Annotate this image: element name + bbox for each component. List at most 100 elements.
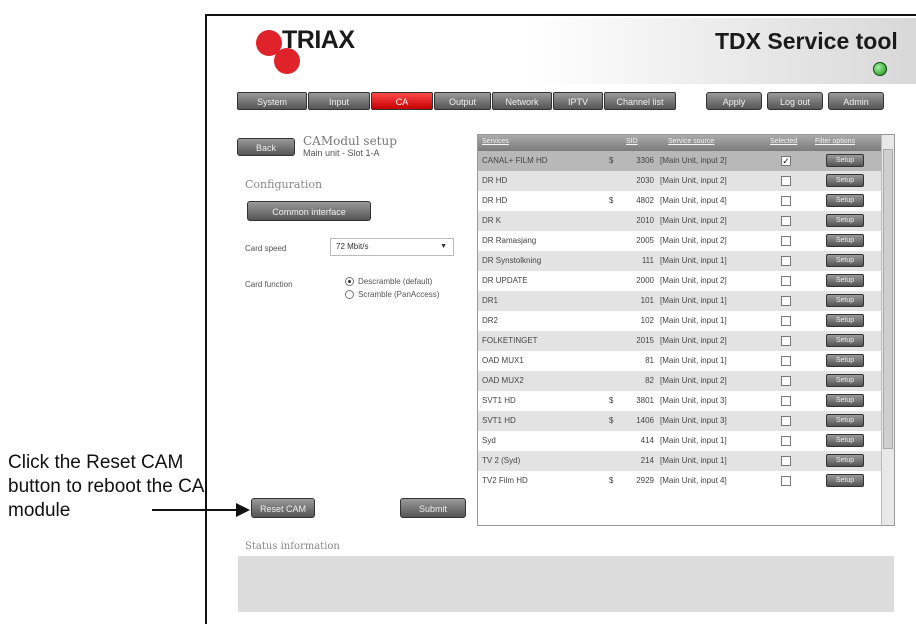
tab-ca-modules[interactable]: CA Modules xyxy=(371,92,433,125)
select-checkbox[interactable] xyxy=(781,396,791,406)
setup-button[interactable]: Setup xyxy=(826,374,864,387)
service-source: [Main Unit, input 1] xyxy=(660,256,727,265)
table-row[interactable]: DR HD $4802 [Main Unit, input 4] Setup xyxy=(478,191,881,211)
tab-system[interactable]: System xyxy=(237,92,307,110)
select-checkbox[interactable] xyxy=(781,376,791,386)
table-row[interactable]: FOLKETINGET 2015 [Main Unit, input 2] Setup xyxy=(478,331,881,351)
reset-cam-button[interactable]: Reset CAM xyxy=(251,498,315,518)
select-checkbox[interactable] xyxy=(781,216,791,226)
select-checkbox[interactable] xyxy=(781,236,791,246)
table-row[interactable]: CANAL+ FILM HD $3306 [Main Unit, input 2] ✓… xyxy=(478,151,881,171)
table-row[interactable]: Syd 414 [Main Unit, input 1] Setup xyxy=(478,431,881,451)
services-table: Services SID Service source Selected Fil… xyxy=(477,134,895,526)
card-speed-select[interactable]: 72 Mbit/s ▼ xyxy=(330,238,454,256)
select-checkbox[interactable] xyxy=(781,416,791,426)
page-subtitle: Main unit - Slot 1-A xyxy=(303,148,380,158)
table-row[interactable]: DR UPDATE 2000 [Main Unit, input 2] Setup xyxy=(478,271,881,291)
service-name: DR HD xyxy=(482,176,508,185)
common-interface-button[interactable]: Common interface xyxy=(247,201,371,221)
tab-network[interactable]: Network xyxy=(492,92,552,110)
setup-button[interactable]: Setup xyxy=(826,394,864,407)
tab-output[interactable]: Output xyxy=(434,92,491,110)
back-button[interactable]: Back xyxy=(237,138,295,156)
card-speed-value: 72 Mbit/s xyxy=(336,242,369,251)
service-source: [Main Unit, input 3] xyxy=(660,416,727,425)
setup-button[interactable]: Setup xyxy=(826,234,864,247)
service-source: [Main Unit, input 4] xyxy=(660,196,727,205)
service-sid: 111 xyxy=(641,256,654,265)
radio-scramble[interactable]: Scramble (PanAccess) xyxy=(345,290,439,299)
table-row[interactable]: SVT1 HD $3801 [Main Unit, input 3] Setup xyxy=(478,391,881,411)
status-led-icon xyxy=(873,62,887,76)
service-sid: 101 xyxy=(640,296,654,305)
service-sid: 2000 xyxy=(636,276,654,285)
table-row[interactable]: DR2 102 [Main Unit, input 1] Setup xyxy=(478,311,881,331)
service-name: DR K xyxy=(482,216,502,225)
setup-button[interactable]: Setup xyxy=(826,334,864,347)
radio-descramble[interactable]: Descramble (default) xyxy=(345,277,432,286)
log-out-button[interactable]: Log out xyxy=(767,92,823,110)
tab-iptv[interactable]: IPTV xyxy=(553,92,603,110)
admin-button[interactable]: Admin xyxy=(828,92,884,110)
tab-channel-list[interactable]: Channel list xyxy=(604,92,676,110)
scrambled-indicator: $ xyxy=(609,156,614,165)
scrambled-indicator: $ xyxy=(609,416,614,425)
select-checkbox[interactable] xyxy=(781,456,791,466)
select-checkbox[interactable] xyxy=(781,296,791,306)
table-row[interactable]: TV 2 (Syd) 214 [Main Unit, input 1] Setup xyxy=(478,451,881,471)
select-checkbox[interactable] xyxy=(781,176,791,186)
apply-button[interactable]: Apply xyxy=(706,92,762,110)
select-checkbox[interactable] xyxy=(781,336,791,346)
table-row[interactable]: DR HD 2030 [Main Unit, input 2] Setup xyxy=(478,171,881,191)
setup-button[interactable]: Setup xyxy=(826,254,864,267)
table-row[interactable]: OAD MUX2 82 [Main Unit, input 2] Setup xyxy=(478,371,881,391)
service-name: SVT1 HD xyxy=(482,416,516,425)
service-name: FOLKETINGET xyxy=(482,336,538,345)
main-nav: System Input CA Modules Output Network IPTV Ch… xyxy=(237,92,677,125)
setup-button[interactable]: Setup xyxy=(826,454,864,467)
service-source: [Main Unit, input 2] xyxy=(660,276,727,285)
setup-button[interactable]: Setup xyxy=(826,274,864,287)
scrambled-indicator: $ xyxy=(609,196,614,205)
setup-button[interactable]: Setup xyxy=(826,414,864,427)
scrollbar-thumb[interactable] xyxy=(883,149,893,449)
select-checkbox[interactable]: ✓ xyxy=(781,156,791,166)
table-row[interactable]: DR Synstolkning 111 [Main Unit, input 1] Se… xyxy=(478,251,881,271)
table-row[interactable]: TV2 Film HD $2929 [Main Unit, input 4] Setu… xyxy=(478,471,881,491)
service-sid: 82 xyxy=(645,376,654,385)
col-selected: Selected xyxy=(770,138,798,145)
setup-button[interactable]: Setup xyxy=(826,354,864,367)
select-checkbox[interactable] xyxy=(781,356,791,366)
col-services[interactable]: Services xyxy=(482,138,509,145)
select-checkbox[interactable] xyxy=(781,256,791,266)
tab-input[interactable]: Input xyxy=(308,92,370,110)
select-checkbox[interactable] xyxy=(781,196,791,206)
setup-button[interactable]: Setup xyxy=(826,194,864,207)
service-source: [Main Unit, input 4] xyxy=(660,476,727,485)
radio-scramble-label: Scramble (PanAccess) xyxy=(358,290,440,299)
select-checkbox[interactable] xyxy=(781,436,791,446)
radio-selected-icon xyxy=(345,277,354,286)
setup-button[interactable]: Setup xyxy=(826,474,864,487)
select-checkbox[interactable] xyxy=(781,316,791,326)
chevron-down-icon: ▼ xyxy=(440,243,447,250)
table-row[interactable]: OAD MUX1 81 [Main Unit, input 1] Setup xyxy=(478,351,881,371)
setup-button[interactable]: Setup xyxy=(826,294,864,307)
select-checkbox[interactable] xyxy=(781,476,791,486)
configuration-heading: Configuration xyxy=(245,178,323,191)
table-row[interactable]: DR Ramasjang 2005 [Main Unit, input 2] Setu… xyxy=(478,231,881,251)
table-row[interactable]: SVT1 HD $1406 [Main Unit, input 3] Setup xyxy=(478,411,881,431)
setup-button[interactable]: Setup xyxy=(826,154,864,167)
select-checkbox[interactable] xyxy=(781,276,791,286)
submit-button[interactable]: Submit xyxy=(400,498,466,518)
setup-button[interactable]: Setup xyxy=(826,214,864,227)
table-row[interactable]: DR1 101 [Main Unit, input 1] Setup xyxy=(478,291,881,311)
col-sid[interactable]: SID xyxy=(626,138,638,145)
setup-button[interactable]: Setup xyxy=(826,314,864,327)
service-sid: 3801 xyxy=(636,396,654,405)
col-source[interactable]: Service source xyxy=(668,138,714,145)
table-scrollbar[interactable] xyxy=(881,135,894,525)
setup-button[interactable]: Setup xyxy=(826,434,864,447)
table-row[interactable]: DR K 2010 [Main Unit, input 2] Setup xyxy=(478,211,881,231)
setup-button[interactable]: Setup xyxy=(826,174,864,187)
